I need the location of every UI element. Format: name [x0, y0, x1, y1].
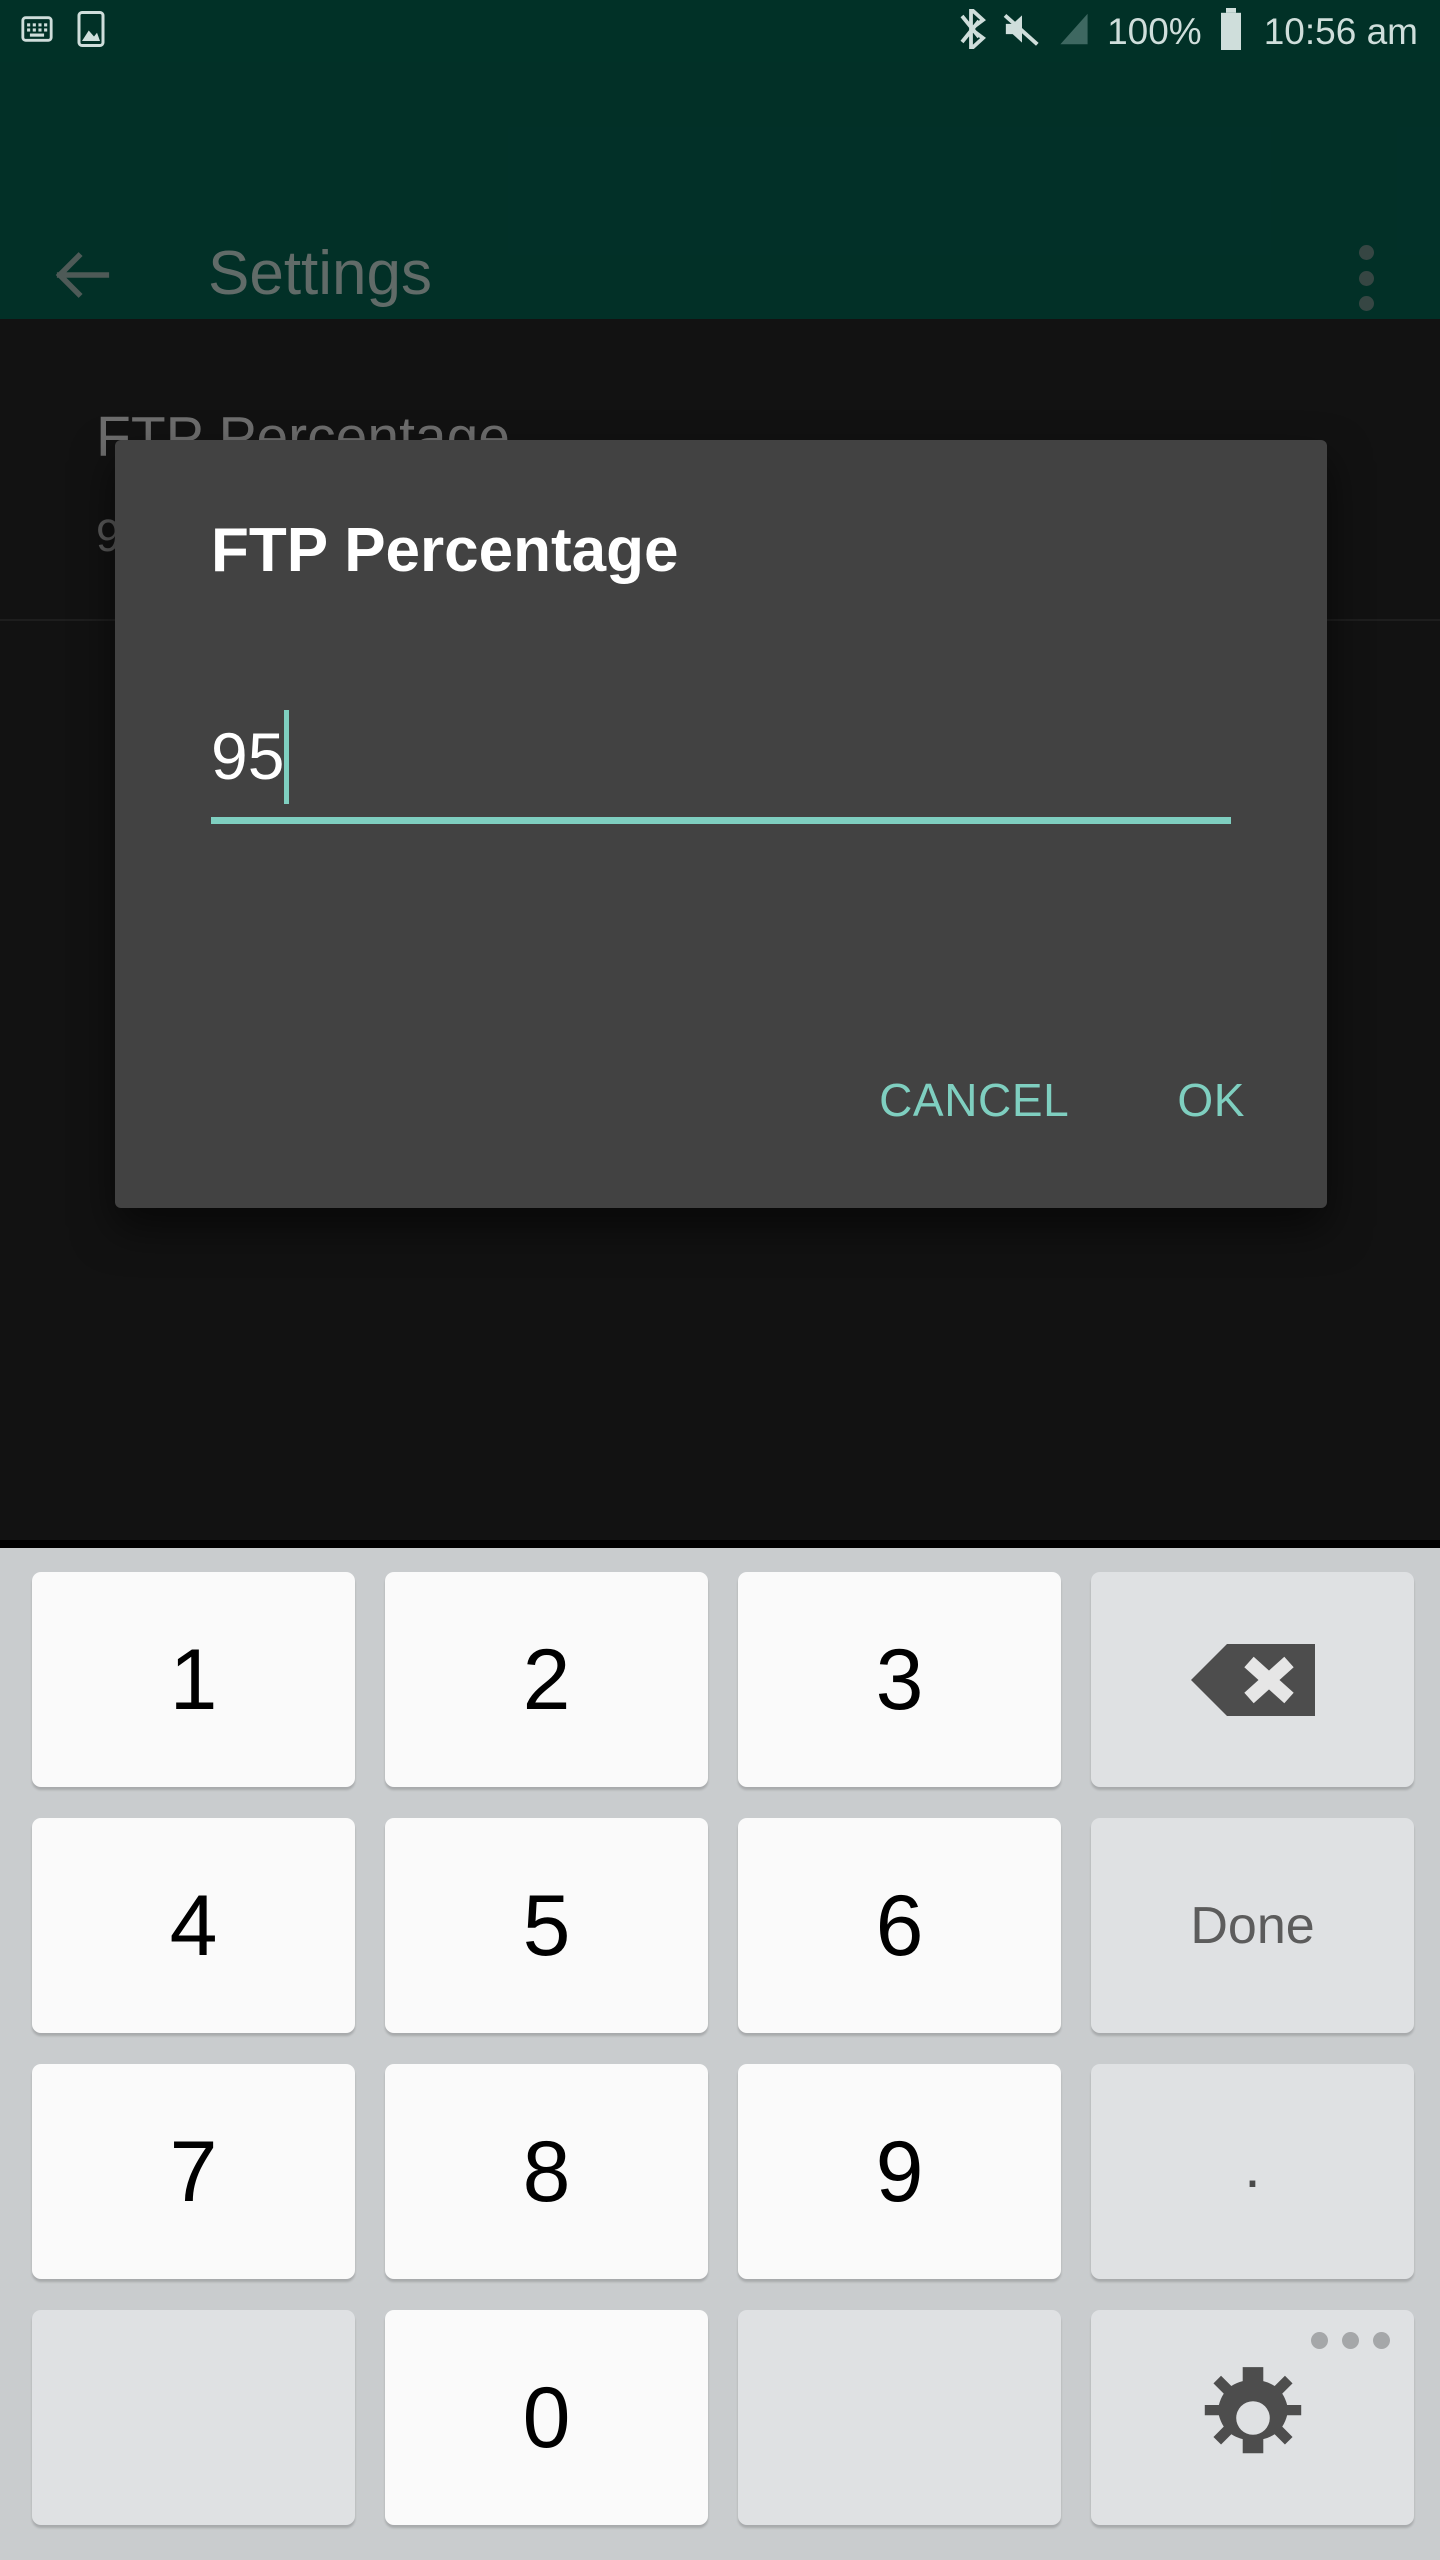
- key-blank-left: [32, 2310, 355, 2525]
- bluetooth-icon: [959, 7, 987, 54]
- key-8-label: 8: [522, 2123, 571, 2220]
- key-3[interactable]: 3: [738, 1572, 1061, 1787]
- key-7[interactable]: 7: [32, 2064, 355, 2279]
- key-2[interactable]: 2: [385, 1572, 708, 1787]
- image-icon: [76, 10, 106, 52]
- ftp-percentage-dialog: FTP Percentage 95 CANCEL OK: [115, 440, 1327, 1208]
- gear-icon: [1204, 2366, 1301, 2453]
- overflow-menu-button[interactable]: [1334, 242, 1398, 314]
- key-blank-right: [738, 2310, 1061, 2525]
- key-6-label: 6: [875, 1877, 924, 1974]
- cellular-signal-icon: [1057, 12, 1091, 51]
- input-underline: [211, 817, 1231, 824]
- key-backspace[interactable]: [1091, 1572, 1414, 1787]
- key-5-label: 5: [522, 1877, 571, 1974]
- text-cursor-icon: [284, 710, 290, 804]
- key-7-label: 7: [169, 2123, 218, 2220]
- page-title: Settings: [208, 239, 433, 308]
- keyboard-row: 4 5 6 Done: [0, 1818, 1440, 2033]
- key-period[interactable]: .: [1091, 2064, 1414, 2279]
- backspace-icon: [1183, 1640, 1323, 1720]
- key-3-label: 3: [875, 1631, 924, 1728]
- numeric-keyboard: 1 2 3 4 5 6 Done 7 8 9. 0: [0, 1548, 1440, 2560]
- key-0-label: 0: [522, 2369, 571, 2466]
- key-4-label: 4: [169, 1877, 218, 1974]
- back-button[interactable]: [48, 240, 118, 310]
- status-bar-right-icons: 100% 10:56 am: [959, 7, 1418, 55]
- key-5[interactable]: 5: [385, 1818, 708, 2033]
- status-bar: 100% 10:56 am: [0, 0, 1440, 62]
- keyboard-icon: [20, 12, 54, 51]
- keyboard-row: 1 2 3: [0, 1572, 1440, 1787]
- key-1[interactable]: 1: [32, 1572, 355, 1787]
- overflow-menu-icon: [1358, 296, 1374, 311]
- key-settings[interactable]: [1091, 2310, 1414, 2525]
- ok-button[interactable]: OK: [1149, 1050, 1273, 1150]
- dialog-input-value: 95: [211, 719, 285, 793]
- key-2-label: 2: [522, 1631, 571, 1728]
- dialog-title: FTP Percentage: [211, 516, 679, 585]
- key-6[interactable]: 6: [738, 1818, 1061, 2033]
- key-4[interactable]: 4: [32, 1818, 355, 2033]
- status-bar-left-icons: [20, 10, 106, 52]
- gear-icon: [1188, 2353, 1318, 2483]
- dialog-input-field[interactable]: 95: [211, 710, 1231, 824]
- battery-percent-label: 100%: [1107, 10, 1202, 52]
- back-arrow-icon: [55, 252, 110, 298]
- key-0[interactable]: 0: [385, 2310, 708, 2525]
- battery-full-icon: [1218, 7, 1244, 55]
- keyboard-row: 0: [0, 2310, 1440, 2525]
- key-done-label: Done: [1190, 1896, 1315, 1955]
- overflow-menu-icon: [1358, 270, 1374, 286]
- clock-label: 10:56 am: [1263, 10, 1418, 52]
- key-8[interactable]: 8: [385, 2064, 708, 2279]
- cancel-button[interactable]: CANCEL: [851, 1050, 1097, 1150]
- overflow-menu-icon: [1358, 245, 1374, 260]
- dialog-action-bar: CANCEL OK: [851, 1050, 1273, 1150]
- volume-mute-icon: [1003, 12, 1041, 51]
- keyboard-row: 7 8 9.: [0, 2064, 1440, 2279]
- key-9-label: 9: [875, 2123, 924, 2220]
- backspace-icon: [1190, 1643, 1315, 1716]
- key-9[interactable]: 9: [738, 2064, 1061, 2279]
- key-period-label: .: [1244, 2132, 1261, 2200]
- key-done[interactable]: Done: [1091, 1818, 1414, 2033]
- app-toolbar: Settings: [0, 62, 1440, 319]
- keyboard-more-dots-icon: [1311, 2332, 1390, 2349]
- key-1-label: 1: [169, 1631, 218, 1728]
